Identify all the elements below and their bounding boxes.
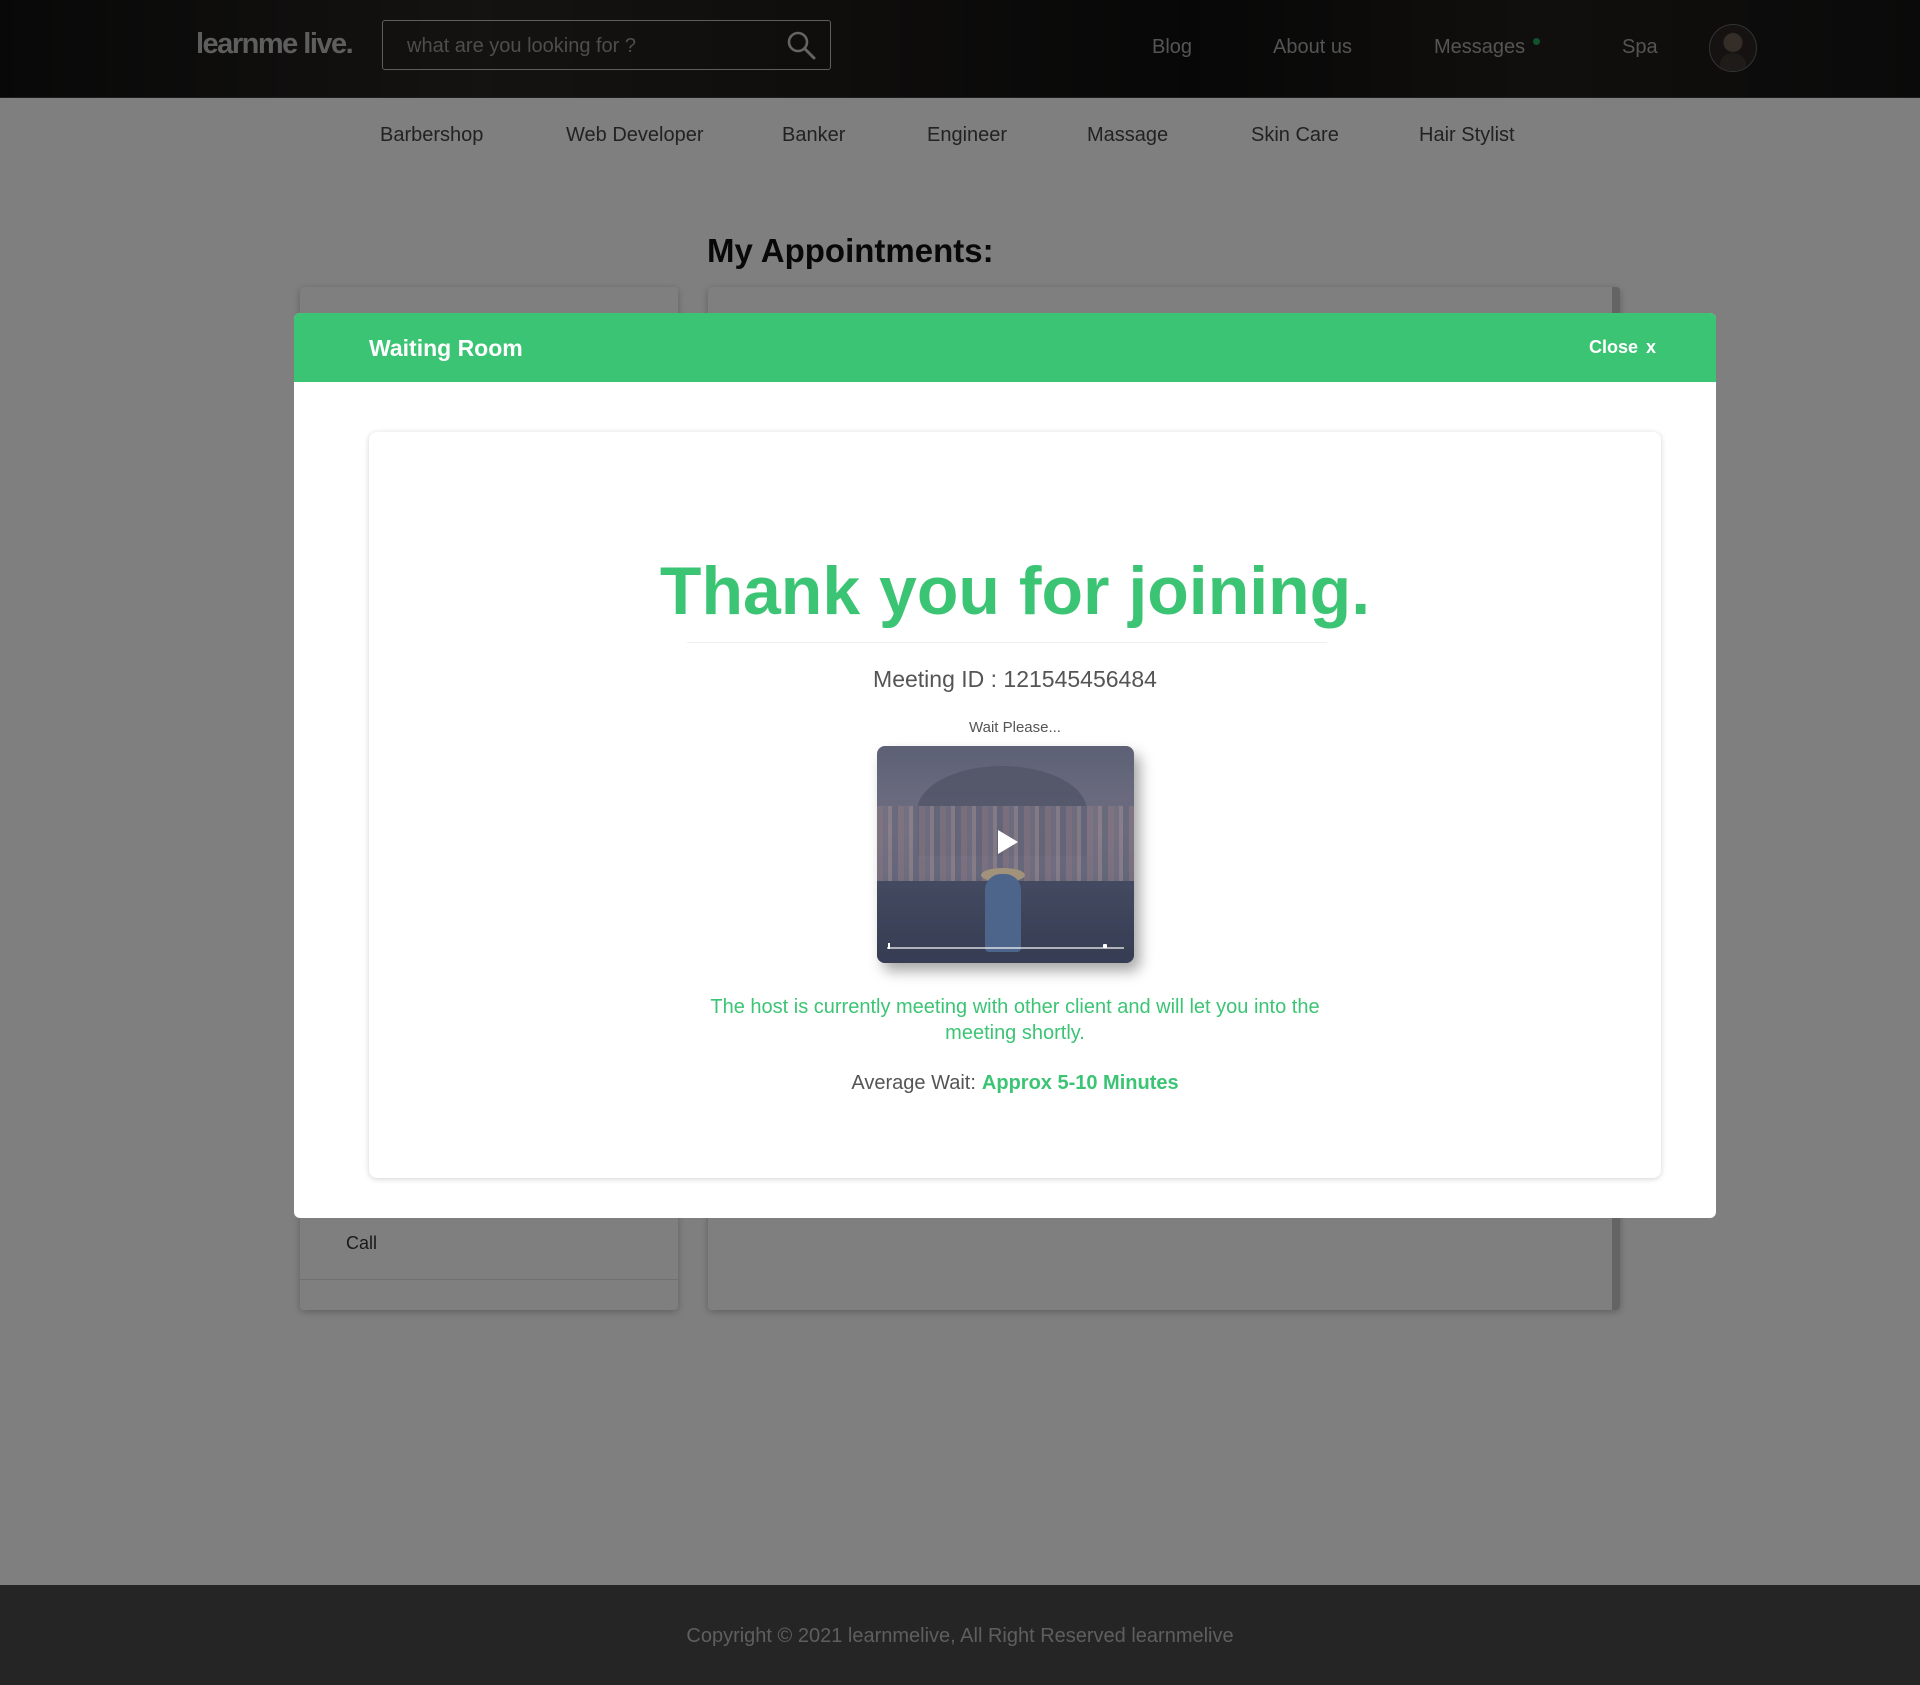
close-label: Close: [1588, 337, 1638, 357]
close-icon: x: [1645, 337, 1656, 357]
waiting-card: Thank you for joining. Meeting ID : 1215…: [369, 432, 1661, 1178]
waiting-room-modal: Waiting Room Close x Thank you for joinin…: [294, 313, 1716, 1218]
video-dim-layer: [877, 746, 1134, 963]
thank-you-heading: Thank you for joining.: [659, 553, 1371, 629]
video-progress-bar[interactable]: [887, 947, 1124, 949]
play-icon[interactable]: [998, 830, 1018, 854]
video-progress-handle[interactable]: [888, 943, 890, 949]
waiting-video[interactable]: [877, 746, 1134, 963]
close-button[interactable]: Close x: [1589, 337, 1656, 358]
average-wait-value: Approx 5-10 Minutes: [981, 1072, 1179, 1094]
meeting-id: Meeting ID : 121545456484: [873, 666, 1157, 692]
wait-please-text: Wait Please...: [969, 719, 1061, 736]
modal-header: Waiting Room Close x: [294, 313, 1716, 382]
divider: [687, 642, 1327, 643]
average-wait: Average Wait: Approx 5-10 Minutes: [369, 1072, 1661, 1095]
host-status-message: The host is currently meeting with other…: [710, 996, 1320, 1044]
average-wait-label: Average Wait:: [851, 1072, 976, 1094]
volume-icon[interactable]: [1103, 944, 1107, 948]
modal-title: Waiting Room: [369, 335, 523, 361]
